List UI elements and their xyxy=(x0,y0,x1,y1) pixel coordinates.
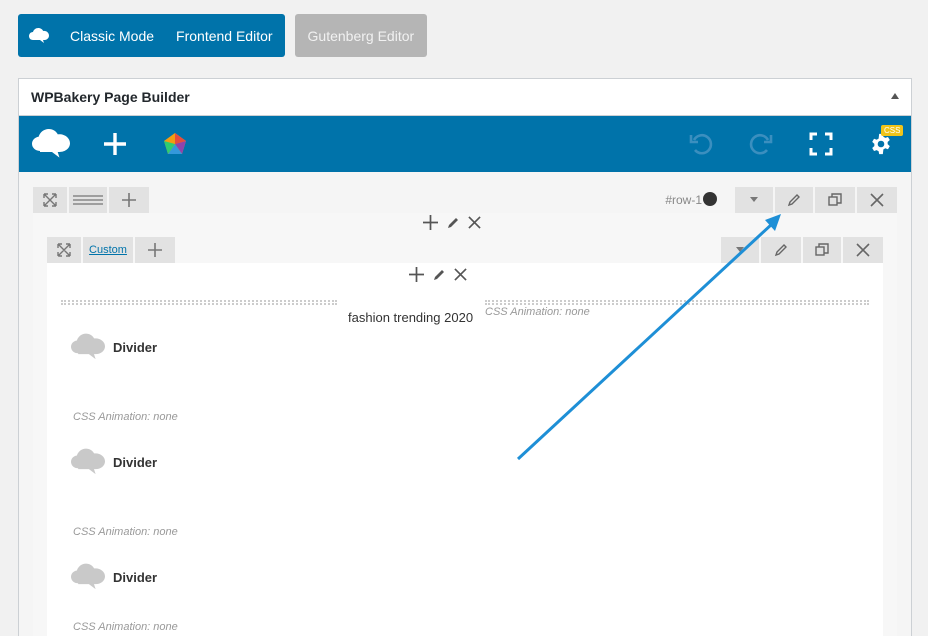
inner-column-edit-pencil-icon[interactable] xyxy=(432,268,446,282)
column-controls xyxy=(423,215,481,230)
divider-element-name: Divider xyxy=(113,339,158,355)
divider-element-name: Divider xyxy=(113,569,158,585)
column-delete-icon[interactable] xyxy=(468,216,481,229)
separator-css-animation: CSS Animation: none xyxy=(485,306,590,318)
inner-row-controls: Custom xyxy=(47,237,883,263)
row-id-dot-icon xyxy=(703,192,717,206)
divider-element[interactable]: Divider xyxy=(71,563,157,591)
inner-row-custom-layout[interactable]: Custom xyxy=(83,237,133,263)
inner-row-delete-icon[interactable] xyxy=(843,237,883,263)
divider-element-name: Divider xyxy=(113,454,158,470)
inner-row-collapse-dropdown-icon[interactable] xyxy=(721,237,759,263)
collapse-toggle-icon[interactable] xyxy=(891,93,899,99)
divider-css-animation: CSS Animation: none xyxy=(73,411,178,423)
redo-icon[interactable] xyxy=(747,116,775,172)
wpbakery-element-icon xyxy=(71,563,105,590)
inner-row-add-column-icon[interactable] xyxy=(135,237,175,263)
column-add-icon[interactable] xyxy=(423,215,438,230)
row-container: #row-1 Custom fashion trending 2020 CSS … xyxy=(19,172,911,636)
fullscreen-icon[interactable] xyxy=(807,116,835,172)
row-layout-icon[interactable] xyxy=(69,187,107,213)
undo-icon[interactable] xyxy=(687,116,715,172)
inner-column: fashion trending 2020 CSS Animation: non… xyxy=(47,263,883,636)
divider-element[interactable]: Divider xyxy=(71,448,157,476)
wpbakery-mode-group: Classic Mode Frontend Editor xyxy=(18,14,285,57)
custom-css-badge[interactable]: CSS xyxy=(881,125,904,136)
inner-row-drag-expand-icon[interactable] xyxy=(47,237,81,263)
divider-css-animation: CSS Animation: none xyxy=(73,621,178,633)
wpbakery-element-icon xyxy=(71,448,105,475)
separator-line-right xyxy=(485,300,869,305)
inner-row-clone-icon[interactable] xyxy=(803,237,841,263)
divider-css-animation: CSS Animation: none xyxy=(73,526,178,538)
row-delete-icon[interactable] xyxy=(857,187,897,213)
templates-icon[interactable] xyxy=(161,116,189,172)
wpbakery-logo-icon[interactable] xyxy=(28,25,50,47)
builder-toolbar: CSS xyxy=(19,116,911,172)
row-id-text: #row-1 xyxy=(665,193,702,207)
row-column: Custom fashion trending 2020 CSS Animati… xyxy=(33,213,897,636)
custom-layout-link[interactable]: Custom xyxy=(89,244,127,256)
panel-header: WPBakery Page Builder xyxy=(19,79,911,116)
inner-column-controls xyxy=(409,267,467,282)
frontend-editor-button[interactable]: Frontend Editor xyxy=(176,28,273,44)
add-element-icon[interactable] xyxy=(101,116,129,172)
column-edit-pencil-icon[interactable] xyxy=(446,216,460,230)
separator-line-left xyxy=(61,300,337,305)
row-controls: #row-1 xyxy=(33,187,897,213)
panel-title: WPBakery Page Builder xyxy=(31,89,190,105)
wpbakery-panel: WPBakery Page Builder CSS #row-1 Custom … xyxy=(18,78,912,636)
row-clone-icon[interactable] xyxy=(815,187,855,213)
row-id-label: #row-1 xyxy=(665,192,717,207)
gutenberg-editor-button[interactable]: Gutenberg Editor xyxy=(294,14,428,57)
row-collapse-dropdown-icon[interactable] xyxy=(735,187,773,213)
classic-mode-button[interactable]: Classic Mode xyxy=(70,28,154,44)
divider-element[interactable]: Divider xyxy=(71,333,157,361)
editor-mode-bar: Classic Mode Frontend Editor Gutenberg E… xyxy=(18,14,428,57)
wpbakery-element-icon xyxy=(71,333,105,360)
row-drag-expand-icon[interactable] xyxy=(33,187,67,213)
wpbakery-logo-icon[interactable] xyxy=(31,116,71,172)
inner-column-delete-icon[interactable] xyxy=(454,268,467,281)
inner-row-edit-pencil-icon[interactable] xyxy=(761,237,801,263)
row-edit-pencil-icon[interactable] xyxy=(775,187,813,213)
row-add-column-icon[interactable] xyxy=(109,187,149,213)
separator-title[interactable]: fashion trending 2020 xyxy=(348,310,473,325)
inner-column-add-icon[interactable] xyxy=(409,267,424,282)
